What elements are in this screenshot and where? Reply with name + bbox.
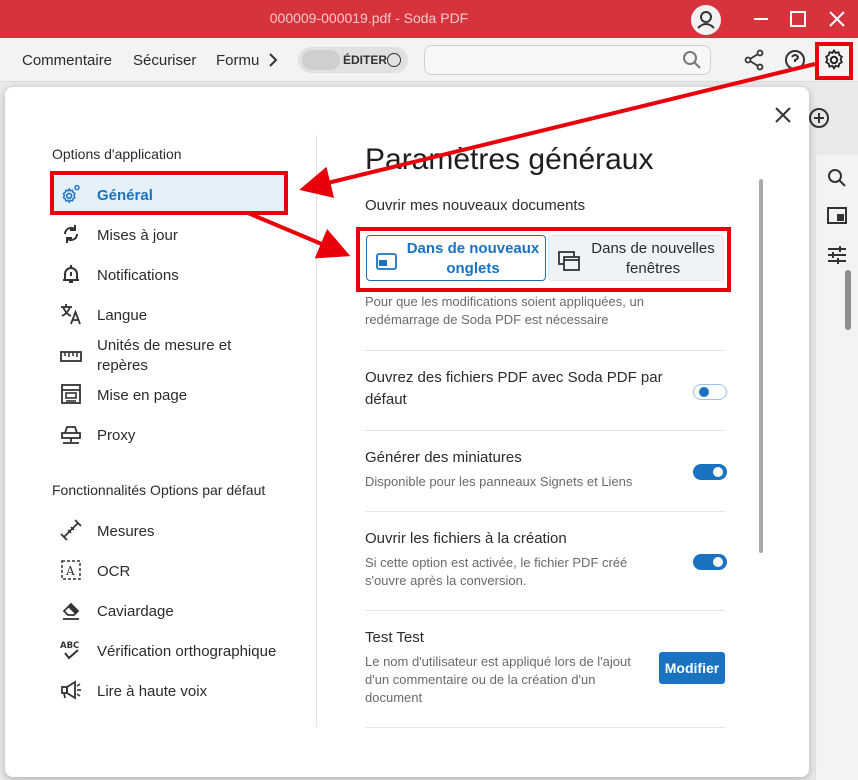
sidebar-item-notifications[interactable]: Notifications: [52, 256, 286, 292]
proxy-icon: [60, 423, 82, 445]
sidebar-item-label: Vérification orthographique: [97, 643, 277, 660]
setting-thumbnails-title: Générer des miniatures: [365, 449, 522, 466]
spellcheck-icon: ABC: [60, 639, 82, 661]
add-circle-icon[interactable]: [807, 106, 831, 135]
sidebar-item-redaction[interactable]: Caviardage: [52, 592, 286, 628]
section-feature-options: Fonctionnalités Options par défaut: [52, 482, 266, 498]
open-docs-label: Ouvrir mes nouveaux documents: [365, 197, 586, 214]
section-app-options: Options d'application: [52, 146, 182, 162]
svg-text:A: A: [65, 564, 75, 578]
toggle-circle-icon: [387, 53, 401, 67]
search-input[interactable]: [424, 45, 711, 75]
sidebar-item-label: Langue: [97, 307, 148, 324]
menu-formulaires[interactable]: Formu: [216, 52, 259, 69]
sidebar-item-label: Proxy: [97, 427, 136, 444]
search-icon: [682, 50, 702, 75]
page-title: Paramètres généraux: [365, 143, 654, 176]
toggle-knob: [713, 467, 723, 477]
sidebar-item-label: OCR: [97, 563, 131, 580]
toggle-knob: [302, 50, 340, 70]
sync-icon: [60, 223, 82, 245]
sidebar-divider: [316, 135, 317, 727]
setting-open-on-create-desc: Si cette option est activée, le fichier …: [365, 555, 628, 588]
bell-icon: [60, 263, 82, 285]
sidebar-item-language[interactable]: Langue: [52, 296, 286, 332]
menu-securiser[interactable]: Sécuriser: [133, 52, 196, 69]
setting-thumbnails-desc: Disponible pour les panneaux Signets et …: [365, 474, 633, 489]
help-icon[interactable]: [783, 48, 807, 72]
minimize-icon[interactable]: [751, 9, 771, 29]
divider: [365, 727, 725, 728]
window-title: 000009-000019.pdf - Soda PDF: [269, 10, 469, 26]
close-dialog-icon[interactable]: [773, 105, 793, 125]
close-window-icon[interactable]: [827, 9, 847, 29]
measure-icon: [60, 519, 82, 541]
menu-commentaire[interactable]: Commentaire: [22, 52, 112, 69]
account-avatar[interactable]: [691, 5, 721, 35]
main-toolbar: Commentaire Sécuriser Formu ÉDITER: [0, 38, 858, 82]
sidebar-item-label: Caviardage: [97, 603, 174, 620]
svg-text:ABC: ABC: [60, 641, 79, 651]
right-side-panel: [815, 155, 858, 780]
sidebar-item-label: Mise en page: [97, 387, 188, 404]
eraser-icon: [60, 599, 82, 621]
dialog-scrollbar[interactable]: [759, 179, 763, 553]
sidebar-item-read-aloud[interactable]: Lire à haute voix: [52, 672, 286, 708]
ruler-icon: [60, 346, 82, 368]
toggle-knob: [713, 557, 723, 567]
toggle-default-pdf[interactable]: [693, 384, 727, 400]
toggle-knob: [699, 387, 709, 397]
maximize-icon[interactable]: [788, 9, 808, 29]
restart-note: Pour que les modifications soient appliq…: [365, 294, 644, 327]
user-name-desc: Le nom d'utilisateur est appliqué lors d…: [365, 654, 631, 705]
sidebar-item-spellcheck[interactable]: ABC Vérification orthographique: [52, 632, 286, 668]
sidebar-item-ocr[interactable]: A OCR: [52, 552, 286, 588]
divider: [365, 511, 725, 512]
annotation-box-gear: [815, 42, 853, 80]
user-name: Test Test: [365, 629, 424, 646]
edit-label: ÉDITER: [343, 53, 388, 67]
setting-default-pdf-title: Ouvrez des fichiers PDF avec Soda PDF pa…: [365, 369, 663, 408]
divider: [365, 350, 725, 351]
panel-window-icon[interactable]: [826, 205, 848, 232]
ocr-icon: A: [60, 559, 82, 581]
panel-scrollbar[interactable]: [845, 270, 851, 330]
toggle-open-on-create[interactable]: [693, 554, 727, 570]
title-bar: 000009-000019.pdf - Soda PDF: [0, 0, 858, 38]
layout-icon: [60, 383, 82, 405]
sidebar-item-label: Mises à jour: [97, 227, 178, 244]
divider: [365, 610, 725, 611]
translate-icon: [60, 303, 82, 325]
modify-user-button[interactable]: Modifier: [659, 652, 725, 684]
annotation-box-options: [356, 227, 731, 292]
share-icon[interactable]: [742, 48, 766, 72]
sidebar-item-units[interactable]: Unités de mesure et repères: [52, 336, 286, 376]
sidebar-item-measures[interactable]: Mesures: [52, 512, 286, 548]
setting-open-on-create-title: Ouvrir les fichiers à la création: [365, 530, 567, 547]
chevron-right-icon[interactable]: [265, 50, 281, 70]
toggle-thumbnails[interactable]: [693, 464, 727, 480]
sidebar-item-layout[interactable]: Mise en page: [52, 376, 286, 412]
edit-mode-toggle[interactable]: ÉDITER: [298, 47, 408, 73]
panel-search-icon[interactable]: [826, 167, 848, 194]
divider: [365, 430, 725, 431]
annotation-box-general: [50, 171, 288, 215]
sidebar-item-label: Lire à haute voix: [97, 683, 208, 700]
sidebar-item-label: Unités de mesure et repères: [97, 337, 232, 374]
sidebar-item-updates[interactable]: Mises à jour: [52, 216, 286, 252]
sidebar-item-label: Notifications: [97, 267, 179, 284]
megaphone-icon: [60, 679, 82, 701]
panel-sliders-icon[interactable]: [826, 244, 848, 271]
sidebar-item-proxy[interactable]: Proxy: [52, 416, 286, 452]
sidebar-item-label: Mesures: [97, 523, 155, 540]
